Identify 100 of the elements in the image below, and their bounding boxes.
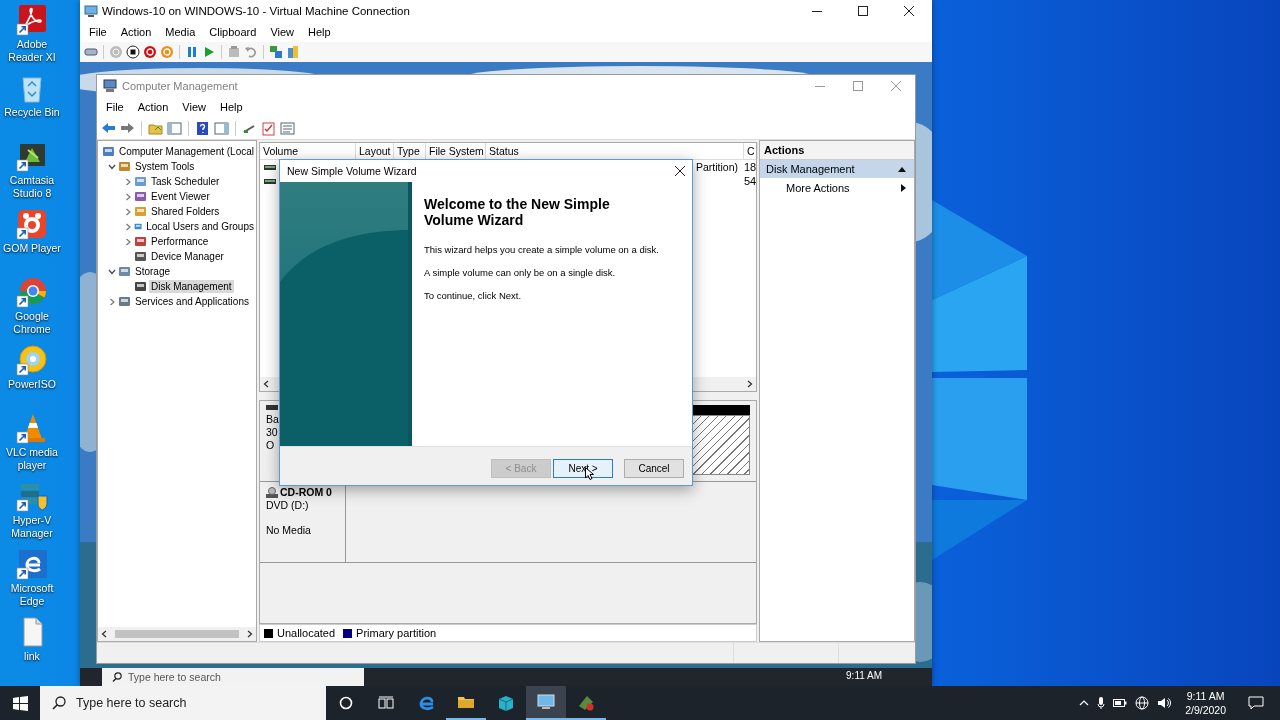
stop-icon[interactable] bbox=[126, 45, 140, 59]
menu-item[interactable]: Action bbox=[130, 101, 176, 113]
collapse-chevron-icon[interactable] bbox=[108, 267, 116, 276]
node-icon bbox=[118, 160, 131, 173]
forward-arrow-icon[interactable] bbox=[120, 120, 135, 136]
menu-item[interactable]: Media bbox=[158, 26, 203, 38]
taskbar-button[interactable] bbox=[526, 686, 566, 720]
share-icon[interactable] bbox=[286, 45, 300, 59]
search-field[interactable]: Type here to search bbox=[40, 686, 326, 720]
drive-icon bbox=[264, 179, 276, 185]
search-icon bbox=[52, 696, 66, 710]
undo-icon[interactable] bbox=[244, 45, 258, 59]
window-title: Windows-10 on WINDOWS-10 - Virtual Machine Connection bbox=[102, 5, 410, 17]
menu-item[interactable]: Help bbox=[301, 26, 338, 38]
shutdown-icon[interactable] bbox=[143, 45, 157, 59]
desktop-icon-label[interactable]: VLC media player bbox=[0, 446, 64, 472]
menu-item[interactable]: Help bbox=[212, 101, 250, 113]
back-arrow-icon[interactable] bbox=[101, 120, 116, 136]
pause-icon[interactable] bbox=[185, 45, 199, 59]
menu-item[interactable]: Clipboard bbox=[202, 26, 264, 38]
tree-item[interactable]: Event Viewer bbox=[149, 190, 212, 203]
submenu-arrow-icon bbox=[901, 184, 906, 192]
gom-player-icon[interactable] bbox=[16, 208, 48, 240]
column-header[interactable]: C bbox=[744, 143, 758, 159]
expand-chevron-icon[interactable] bbox=[124, 237, 132, 246]
scroll-right-icon[interactable] bbox=[247, 630, 253, 638]
checkpoint-icon[interactable] bbox=[227, 45, 241, 59]
close-icon[interactable] bbox=[904, 6, 914, 16]
desktop-icon-label[interactable]: GOM Player bbox=[0, 242, 64, 255]
tree-item[interactable]: Local Users and Groups bbox=[144, 220, 256, 233]
expand-chevron-icon[interactable] bbox=[124, 192, 132, 201]
globe-icon[interactable] bbox=[1135, 696, 1150, 710]
tree-item[interactable]: Device Manager bbox=[149, 250, 226, 263]
desktop-icon-label[interactable]: link bbox=[0, 650, 64, 663]
tree-item[interactable]: System Tools bbox=[133, 160, 197, 173]
expand-chevron-icon[interactable] bbox=[108, 297, 116, 306]
wizard-heading: Welcome to the New Simple Volume Wizard bbox=[424, 196, 611, 228]
drive-icon bbox=[264, 165, 276, 171]
tree-item[interactable]: Task Scheduler bbox=[149, 175, 222, 188]
clock-date: 2/9/2020 bbox=[1185, 703, 1226, 717]
desktop-icon-label[interactable]: PowerISO bbox=[0, 378, 64, 391]
search-field[interactable]: Type here to search bbox=[102, 668, 364, 686]
microphone-icon[interactable] bbox=[1097, 696, 1106, 710]
action-section[interactable]: Disk Management bbox=[760, 160, 914, 178]
battery-icon[interactable] bbox=[1113, 699, 1128, 707]
tree-item[interactable]: Shared Folders bbox=[149, 205, 222, 218]
chevron-up-icon[interactable] bbox=[1079, 699, 1090, 707]
node-icon bbox=[102, 145, 115, 158]
menu-item[interactable]: View bbox=[263, 26, 302, 38]
clock[interactable]: 9:11 AM 2/9/2020 bbox=[1179, 689, 1232, 717]
cortana-icon[interactable] bbox=[339, 696, 353, 710]
desktop-icon-label[interactable]: Camtasia Studio 8 bbox=[0, 174, 64, 200]
notification-icon[interactable] bbox=[1248, 696, 1264, 710]
tree-item[interactable]: Services and Applications bbox=[133, 295, 251, 308]
expand-chevron-icon[interactable] bbox=[124, 207, 132, 216]
dialog-title: New Simple Volume Wizard bbox=[287, 165, 417, 177]
play-icon[interactable] bbox=[202, 45, 216, 59]
close-icon[interactable] bbox=[675, 166, 685, 176]
desktop-icon-label[interactable]: Adobe Reader XI bbox=[0, 38, 64, 64]
help-icon[interactable] bbox=[195, 120, 210, 136]
menu-item[interactable]: View bbox=[175, 101, 213, 113]
desktop-icon-label[interactable]: Google Chrome bbox=[0, 310, 64, 336]
menu-item[interactable]: File bbox=[82, 26, 114, 38]
maximize-icon[interactable] bbox=[858, 6, 868, 16]
wizard-button[interactable]: Cancel bbox=[624, 459, 684, 478]
task-view-icon[interactable] bbox=[378, 696, 394, 710]
tree-item[interactable]: Disk Management bbox=[149, 280, 234, 293]
checklist-icon[interactable] bbox=[261, 120, 276, 136]
menu-item[interactable]: File bbox=[99, 101, 131, 113]
traffic-cone-icon[interactable] bbox=[16, 412, 48, 444]
network-icon[interactable] bbox=[269, 45, 283, 59]
collapse-chevron-icon[interactable] bbox=[108, 162, 116, 171]
tree-item[interactable]: Storage bbox=[133, 265, 173, 278]
node-icon bbox=[134, 175, 147, 188]
disc-icon[interactable] bbox=[16, 344, 48, 376]
tree-item[interactable]: Performance bbox=[149, 235, 211, 248]
node-icon bbox=[134, 205, 147, 218]
pdf-icon[interactable] bbox=[16, 4, 48, 36]
windows-logo-icon[interactable] bbox=[12, 695, 28, 711]
menu-item[interactable]: Action bbox=[113, 26, 159, 38]
desktop-icon-label[interactable]: Hyper-V Manager bbox=[0, 514, 64, 540]
disk-name: CD-ROM 0 bbox=[280, 486, 332, 499]
expand-chevron-icon[interactable] bbox=[124, 177, 132, 186]
action-item[interactable]: More Actions bbox=[760, 178, 914, 198]
scroll-left-icon[interactable] bbox=[263, 380, 269, 388]
node-icon bbox=[134, 190, 147, 203]
expand-chevron-icon[interactable] bbox=[124, 222, 132, 231]
edge-icon[interactable] bbox=[16, 548, 48, 580]
scroll-left-icon[interactable] bbox=[101, 630, 107, 638]
scroll-right-icon[interactable] bbox=[747, 380, 753, 388]
desktop-icon-label[interactable]: Recycle Bin bbox=[0, 106, 64, 119]
volume-icon[interactable] bbox=[1157, 696, 1172, 710]
scrollbar-thumb[interactable] bbox=[115, 630, 239, 638]
desktop-icon-label[interactable]: Microsoft Edge bbox=[0, 582, 64, 608]
chrome-icon[interactable] bbox=[16, 276, 48, 308]
tree-item[interactable]: Computer Management (Local bbox=[116, 145, 256, 158]
keyboard-icon[interactable] bbox=[84, 45, 98, 59]
computer-icon bbox=[103, 79, 117, 93]
wizard-text: A simple volume can only be on a single disk. bbox=[424, 267, 617, 278]
window-title: Computer Management bbox=[122, 80, 238, 92]
